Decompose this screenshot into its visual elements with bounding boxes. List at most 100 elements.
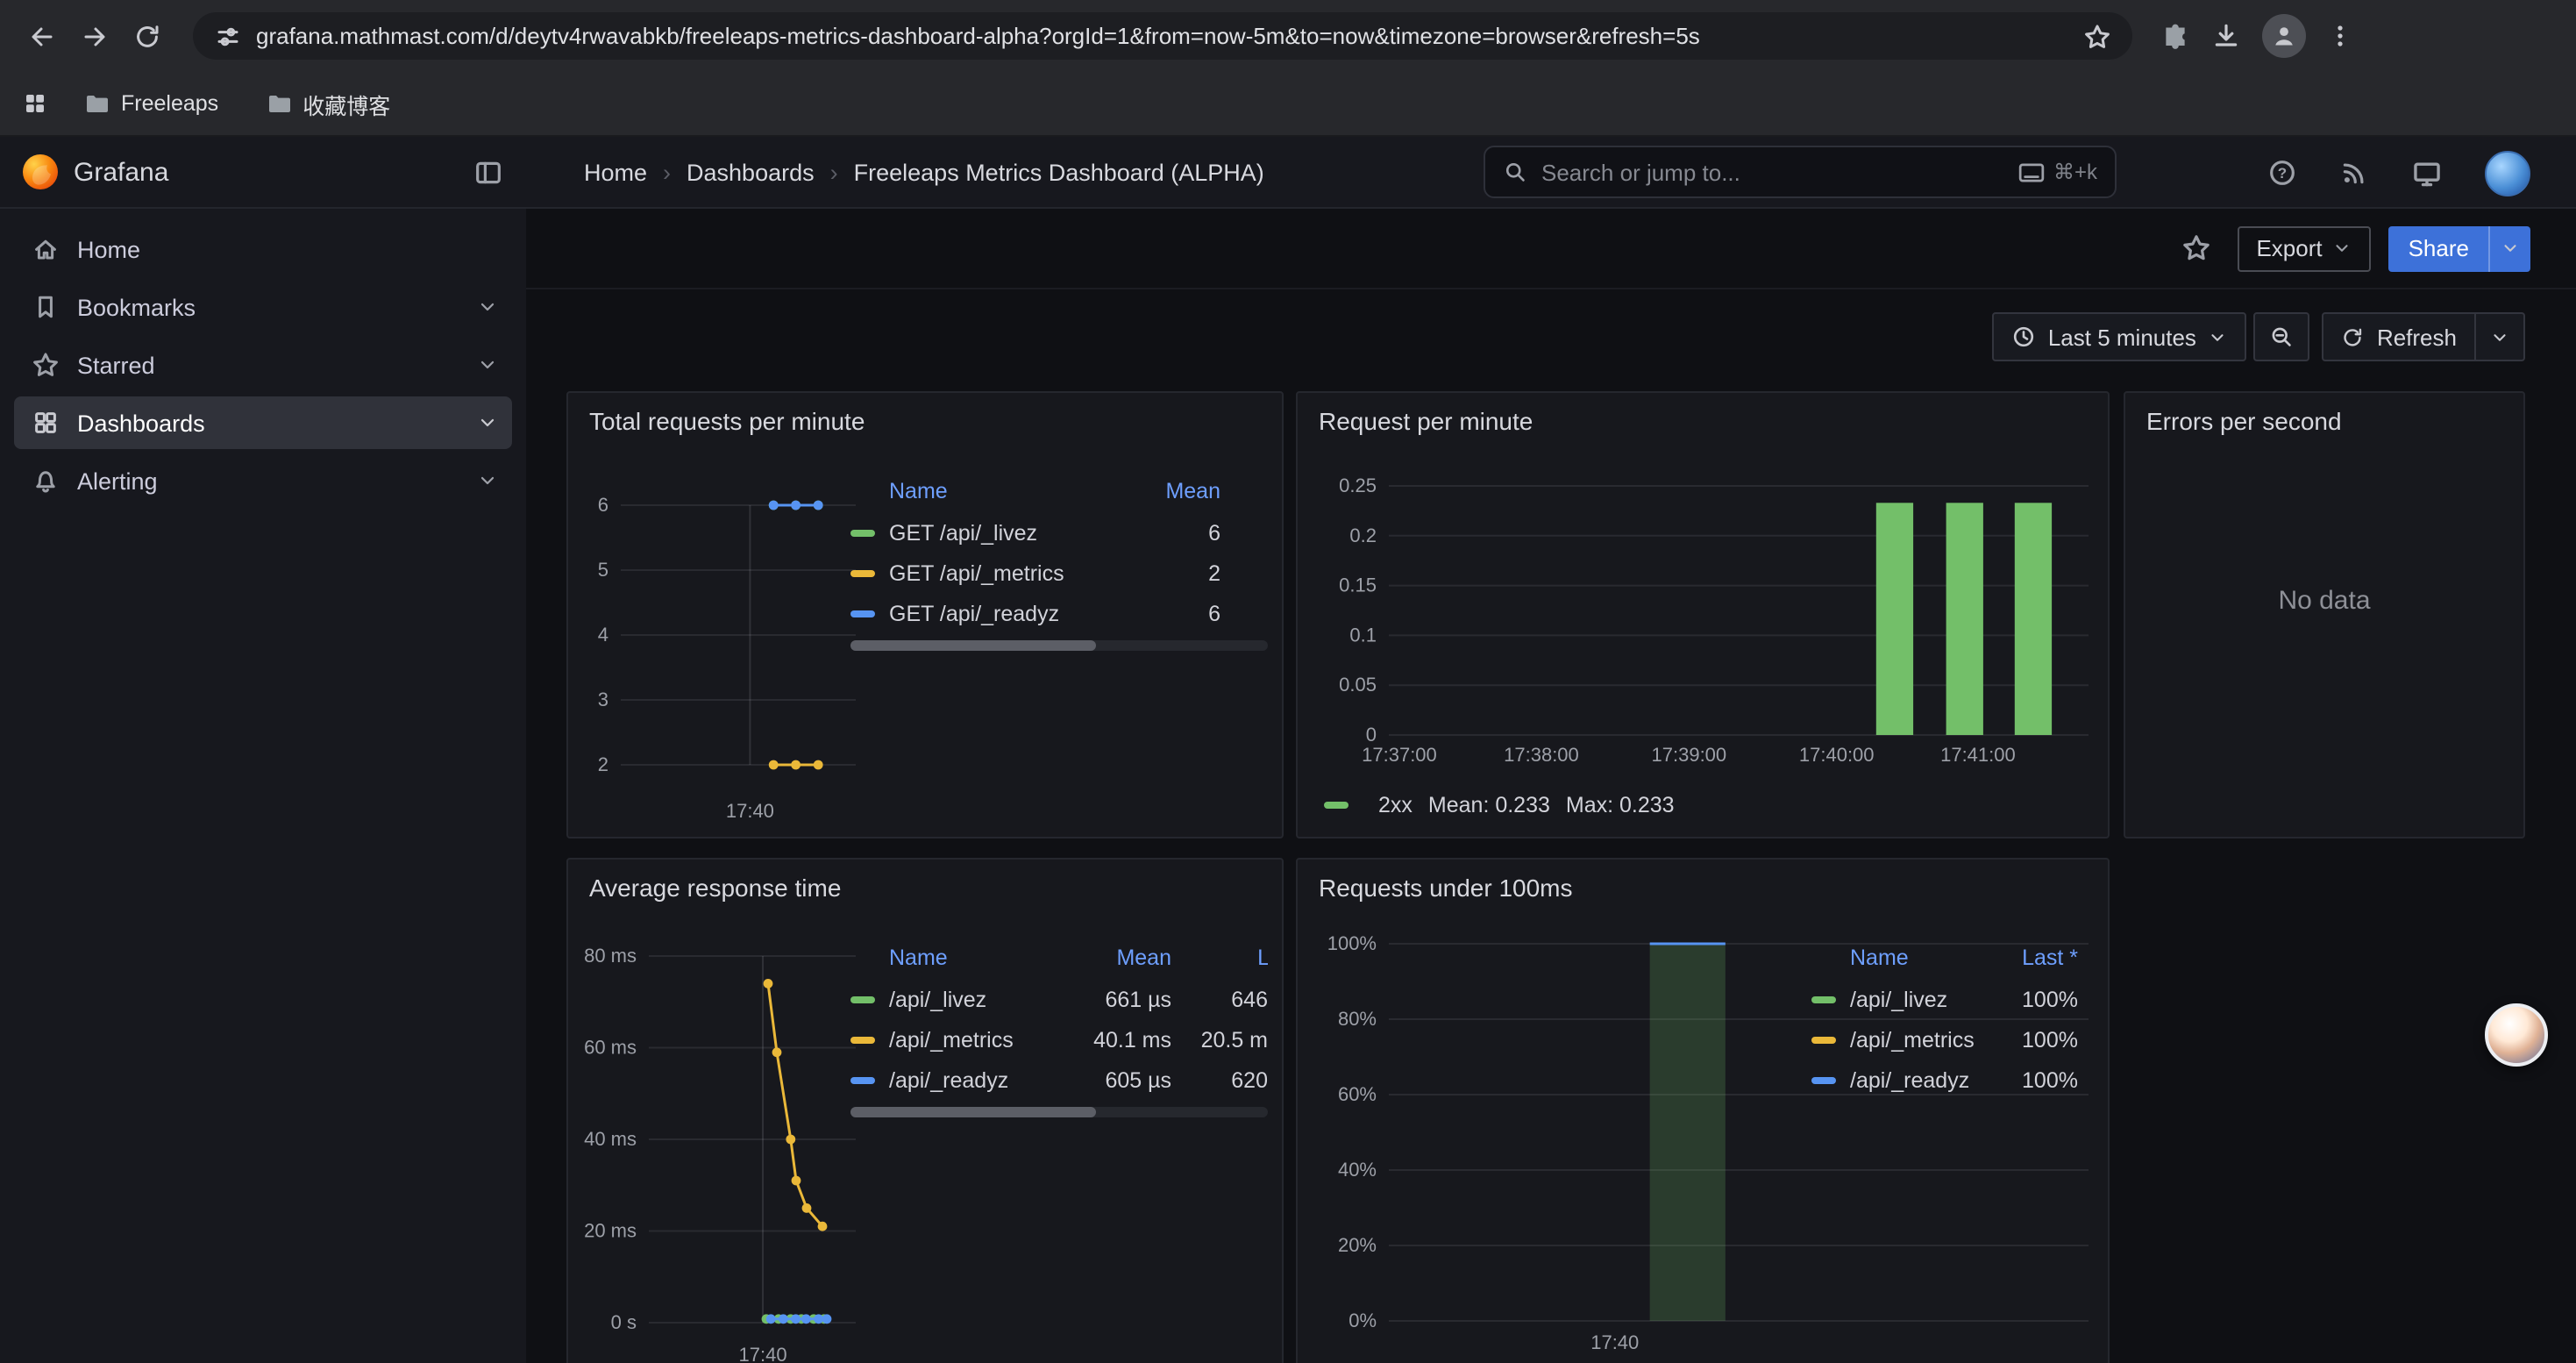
total-requests-chart[interactable]: 6543217:40 <box>579 474 868 833</box>
legend-col-last[interactable]: Last * <box>1217 946 1268 970</box>
legend-header: Name Last * <box>1811 937 2078 979</box>
bookmark-star-icon[interactable] <box>2083 22 2111 50</box>
refresh-interval-caret[interactable] <box>2476 312 2525 361</box>
no-data-message: No data <box>2125 586 2523 616</box>
sidebar-item-label: Starred <box>77 352 155 378</box>
apps-grid-icon[interactable] <box>21 89 49 118</box>
site-settings-icon[interactable] <box>214 22 242 50</box>
zoom-out-button[interactable] <box>2254 312 2310 361</box>
legend-col-mean[interactable]: Mean <box>1049 946 1171 970</box>
legend-row[interactable]: /api/_metrics 40.1 ms 20.5 m <box>850 1019 1268 1060</box>
panel-requests-under-100ms: Requests under 100ms 100%80%60%40%20%0%1… <box>1296 858 2110 1363</box>
legend-row[interactable]: GET /api/_metrics 2 <box>850 553 1268 593</box>
legend-scrollbar[interactable] <box>850 1107 1268 1117</box>
svg-text:4: 4 <box>598 624 608 646</box>
folder-icon <box>82 89 110 118</box>
search-input[interactable] <box>1541 159 2004 185</box>
sidebar-item-alerting[interactable]: Alerting <box>14 454 512 507</box>
bookmark-folder-blogs[interactable]: 收藏博客 <box>252 82 402 125</box>
time-range-picker[interactable]: Last 5 minutes <box>1992 312 2247 361</box>
panel-title[interactable]: Request per minute <box>1298 393 2108 449</box>
grafana-logo[interactable] <box>21 153 60 200</box>
breadcrumb-dashboards[interactable]: Dashboards <box>687 160 815 186</box>
legend-col-mean[interactable]: Mean <box>1124 479 1220 503</box>
url-bar[interactable] <box>193 12 2132 60</box>
back-button[interactable] <box>18 11 67 61</box>
chevron-down-icon[interactable] <box>477 412 498 433</box>
chevron-down-icon[interactable] <box>477 354 498 375</box>
legend-max: Max: 0.233 <box>1566 793 1675 817</box>
svg-text:0: 0 <box>1366 724 1377 746</box>
grafana-brand[interactable]: Grafana <box>74 158 168 188</box>
bookmark-icon <box>32 293 60 321</box>
user-avatar[interactable] <box>2485 150 2530 196</box>
panel-title[interactable]: Average response time <box>568 860 1282 916</box>
header-icons: ? <box>2267 137 2530 209</box>
legend-col-name[interactable]: Name <box>1850 946 1994 970</box>
svg-text:80%: 80% <box>1338 1008 1377 1030</box>
export-button[interactable]: Export <box>2237 225 2371 271</box>
extensions-icon[interactable] <box>2160 21 2190 51</box>
url-input[interactable] <box>256 23 2069 49</box>
legend-row[interactable]: /api/_livez 661 µs 646 <box>850 979 1268 1019</box>
sidebar-item-bookmarks[interactable]: Bookmarks <box>14 281 512 333</box>
scrollbar-thumb[interactable] <box>850 1107 1097 1117</box>
download-icon[interactable] <box>2211 21 2241 51</box>
chevron-down-icon <box>2209 327 2228 346</box>
monitor-icon[interactable] <box>2411 157 2443 189</box>
panel-title[interactable]: Total requests per minute <box>568 393 1282 449</box>
share-caret-button[interactable] <box>2488 225 2530 271</box>
svg-text:60%: 60% <box>1338 1083 1377 1105</box>
legend-col-name[interactable]: Name <box>889 946 1049 970</box>
legend-row[interactable]: /api/_readyz 100% <box>1811 1060 2078 1100</box>
legend-header: Name Mean Last * <box>850 937 1268 979</box>
search-bar[interactable]: ⌘+k <box>1484 146 2117 198</box>
chevron-down-icon[interactable] <box>477 296 498 318</box>
svg-text:0.05: 0.05 <box>1339 674 1377 696</box>
sidebar-item-dashboards[interactable]: Dashboards <box>14 396 512 449</box>
panel-title[interactable]: Errors per second <box>2125 393 2523 449</box>
svg-text:20 ms: 20 ms <box>584 1220 637 1242</box>
requests-per-minute-chart[interactable]: 0.250.20.150.10.05017:37:0017:38:0017:39… <box>1312 474 2092 789</box>
share-button[interactable]: Share <box>2389 225 2530 271</box>
sidebar-toggle-icon[interactable] <box>473 158 503 196</box>
chevron-down-icon[interactable] <box>477 470 498 491</box>
rss-icon[interactable] <box>2339 158 2369 188</box>
legend-row[interactable]: GET /api/_livez 6 <box>850 512 1268 553</box>
sidebar-item-label: Bookmarks <box>77 294 196 320</box>
legend-inline[interactable]: 2xx Mean: 0.233 Max: 0.233 <box>1324 793 1675 817</box>
legend-row[interactable]: /api/_metrics 100% <box>1811 1019 2078 1060</box>
reload-button[interactable] <box>123 11 172 61</box>
series-color-swatch <box>850 1076 875 1083</box>
legend-table: Name Mean Last * /api/_livez 661 µs 646 <box>850 937 1268 1117</box>
help-icon[interactable]: ? <box>2267 158 2297 188</box>
bookmarks-bar: Freeleaps 收藏博客 <box>0 72 2576 137</box>
svg-text:6: 6 <box>598 494 608 516</box>
svg-text:3: 3 <box>598 689 608 710</box>
legend-col-name[interactable]: Name <box>889 479 1124 503</box>
browser-window: Freeleaps 收藏博客 Grafana Home › Dashboards… <box>0 0 2576 1363</box>
profile-avatar[interactable] <box>2262 14 2306 58</box>
legend-col-last[interactable]: Last * <box>1994 946 2078 970</box>
home-icon <box>32 235 60 263</box>
breadcrumb-home[interactable]: Home <box>584 160 647 186</box>
legend-row[interactable]: /api/_readyz 605 µs 620 <box>850 1060 1268 1100</box>
scrollbar-thumb[interactable] <box>850 640 1097 651</box>
favorite-star-button[interactable] <box>2174 225 2219 271</box>
sidebar-item-home[interactable]: Home <box>14 223 512 275</box>
legend-row[interactable]: GET /api/_readyz 6 <box>850 593 1268 633</box>
dashboard-toolbar: Export Share <box>526 209 2576 289</box>
forward-button[interactable] <box>70 11 119 61</box>
sidebar-item-starred[interactable]: Starred <box>14 339 512 391</box>
legend-scrollbar[interactable] <box>850 640 1268 651</box>
menu-kebab-icon[interactable] <box>2327 23 2353 49</box>
avg-response-time-chart[interactable]: 80 ms60 ms40 ms20 ms0 s17:40 <box>579 940 868 1363</box>
panel-title[interactable]: Requests under 100ms <box>1298 860 2108 916</box>
clock-icon <box>2011 325 2036 349</box>
legend-row[interactable]: /api/_livez 100% <box>1811 979 2078 1019</box>
bookmark-folder-freeleaps[interactable]: Freeleaps <box>70 84 231 123</box>
floating-chat-avatar[interactable] <box>2485 1003 2548 1067</box>
panel-avg-response-time: Average response time 80 ms60 ms40 ms20 … <box>566 858 1284 1363</box>
svg-text:80 ms: 80 ms <box>584 945 637 967</box>
refresh-button[interactable]: Refresh <box>2323 312 2476 361</box>
